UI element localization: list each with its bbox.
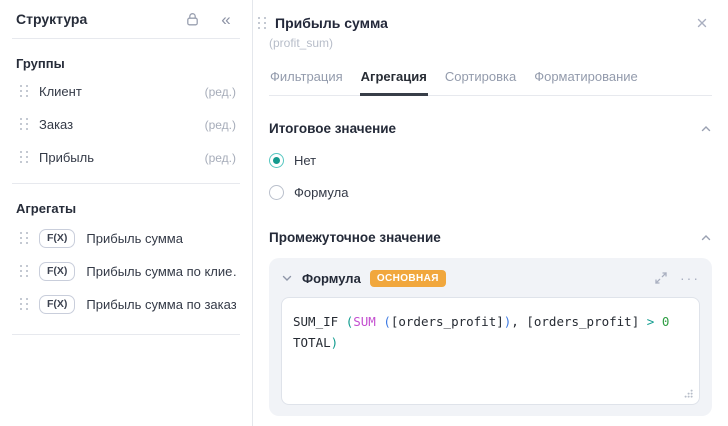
tab-aggregation[interactable]: Агрегация (359, 69, 429, 96)
radio-selected-icon[interactable] (269, 153, 284, 168)
edit-link[interactable]: (ред.) (205, 118, 236, 132)
chevron-up-icon[interactable] (700, 232, 712, 244)
panel-drag-handle-icon[interactable] (258, 16, 266, 30)
group-item-client[interactable]: Клиент (ред.) (16, 75, 236, 108)
sidebar-title: Структура (16, 11, 88, 27)
expand-icon[interactable] (651, 268, 671, 288)
aggregate-item-profit-sum[interactable]: F(X) Прибыль сумма (16, 222, 236, 255)
tab-bar: Фильтрация Агрегация Сортировка Форматир… (269, 69, 712, 96)
close-icon[interactable] (692, 13, 712, 33)
fx-badge: F(X) (39, 262, 76, 281)
resize-grip-icon[interactable] (682, 387, 694, 399)
drag-handle-icon[interactable] (20, 85, 28, 98)
divider (12, 183, 240, 184)
structure-sidebar: Структура « Группы Клиент (ред.) Заказ (… (0, 0, 253, 426)
drag-handle-icon[interactable] (20, 232, 28, 245)
formula-line-1: SUM_IF (SUM ([orders_profit]), [orders_p… (293, 314, 670, 329)
chevron-up-icon[interactable] (700, 123, 712, 135)
radio-unselected-icon[interactable] (269, 185, 284, 200)
drag-handle-icon[interactable] (20, 118, 28, 131)
fx-badge: F(X) (39, 229, 76, 248)
group-item-profit[interactable]: Прибыль (ред.) (16, 141, 236, 174)
lock-icon[interactable] (182, 9, 202, 29)
fx-badge: F(X) (39, 295, 76, 314)
formula-line-2: TOTAL) (293, 335, 339, 350)
radio-none[interactable]: Нет (269, 153, 712, 168)
groups-heading: Группы (16, 56, 65, 71)
group-item-order[interactable]: Заказ (ред.) (16, 108, 236, 141)
collapse-sidebar-icon[interactable]: « (216, 9, 236, 29)
formula-card-title: Формула (302, 270, 361, 286)
drag-handle-icon[interactable] (20, 151, 28, 164)
aggregate-item-profit-sum-by-order[interactable]: F(X) Прибыль сумма по заказу (16, 288, 236, 321)
chevron-down-icon[interactable] (281, 272, 293, 284)
edit-link[interactable]: (ред.) (205, 85, 236, 99)
formula-editor[interactable]: SUM_IF (SUM ([orders_profit]), [orders_p… (281, 297, 700, 405)
radio-formula[interactable]: Формула (269, 185, 712, 200)
panel-title: Прибыль сумма (275, 15, 388, 31)
more-menu-icon[interactable]: ··· (680, 271, 700, 285)
drag-handle-icon[interactable] (20, 265, 28, 278)
drag-handle-icon[interactable] (20, 298, 28, 311)
intermediate-value-heading: Промежуточное значение (269, 230, 441, 245)
tab-formatting[interactable]: Форматирование (533, 69, 639, 95)
divider (12, 38, 240, 39)
field-settings-panel: Прибыль сумма (profit_sum) Фильтрация Аг… (253, 0, 728, 426)
total-value-heading: Итоговое значение (269, 121, 397, 136)
field-id: (profit_sum) (269, 36, 334, 50)
formula-card: Формула ОСНОВНАЯ ··· SUM_IF (SUM ([order… (269, 258, 712, 416)
aggregate-item-profit-sum-by-client[interactable]: F(X) Прибыль сумма по клие… (16, 255, 236, 288)
tab-filtering[interactable]: Фильтрация (269, 69, 344, 95)
divider (12, 334, 240, 335)
tab-sorting[interactable]: Сортировка (444, 69, 517, 95)
aggregates-heading: Агрегаты (16, 201, 77, 216)
primary-badge: ОСНОВНАЯ (369, 269, 446, 287)
edit-link[interactable]: (ред.) (205, 151, 236, 165)
